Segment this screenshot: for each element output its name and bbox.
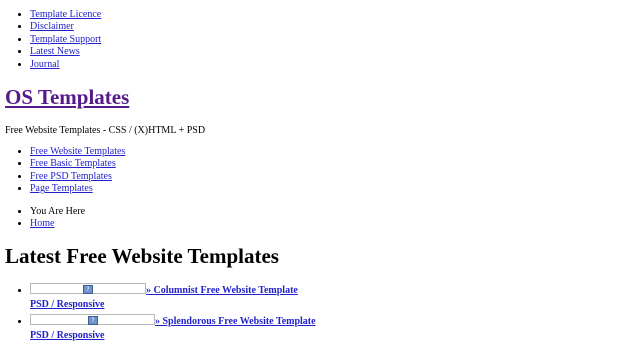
main-nav-item: Page Templates	[30, 183, 125, 195]
top-nav-item: Template Licence	[30, 9, 101, 21]
main-nav: Free Website Templates Free Basic Templa…	[0, 146, 125, 196]
top-nav-item: Journal	[30, 59, 101, 71]
latest-news-link[interactable]: Latest News	[30, 46, 80, 57]
template-support-link[interactable]: Template Support	[30, 34, 101, 45]
page-templates-link[interactable]: Page Templates	[30, 183, 93, 194]
disclaimer-link[interactable]: Disclaimer	[30, 21, 74, 32]
template-tags-link[interactable]: PSD / Responsive	[30, 298, 316, 312]
free-website-templates-link[interactable]: Free Website Templates	[30, 146, 125, 157]
top-nav: Template Licence Disclaimer Template Sup…	[0, 9, 101, 71]
template-thumbnail[interactable]: ?	[30, 283, 146, 294]
free-psd-templates-link[interactable]: Free PSD Templates	[30, 171, 112, 182]
template-thumbnail[interactable]: ?	[30, 314, 155, 325]
journal-link[interactable]: Journal	[30, 59, 59, 70]
site-title-link[interactable]: OS Templates	[5, 85, 129, 109]
list-item: ? » Splendorous Free Website Template PS…	[30, 314, 316, 343]
main-nav-item: Free Website Templates	[30, 146, 125, 158]
site-tagline: Free Website Templates - CSS / (X)HTML +…	[5, 125, 206, 136]
page-heading: Latest Free Website Templates	[5, 244, 279, 268]
list-item: ? » Columnist Free Website Template PSD …	[30, 283, 316, 312]
broken-image-icon: ?	[88, 316, 98, 325]
site-title: OS Templates	[5, 85, 129, 109]
main-nav-item: Free PSD Templates	[30, 171, 125, 183]
main-nav-item: Free Basic Templates	[30, 158, 125, 170]
top-nav-item: Latest News	[30, 46, 101, 58]
template-link-splendorous[interactable]: » Splendorous Free Website Template	[155, 316, 316, 327]
template-list: ? » Columnist Free Website Template PSD …	[0, 283, 316, 345]
template-tags-link[interactable]: PSD / Responsive	[30, 329, 316, 343]
broken-image-icon: ?	[83, 285, 93, 294]
breadcrumb-home-link[interactable]: Home	[30, 218, 54, 229]
breadcrumb: You Are Here Home	[0, 206, 85, 231]
template-link-columnist[interactable]: » Columnist Free Website Template	[146, 285, 298, 296]
free-basic-templates-link[interactable]: Free Basic Templates	[30, 158, 116, 169]
template-licence-link[interactable]: Template Licence	[30, 9, 101, 20]
top-nav-item: Template Support	[30, 34, 101, 46]
top-nav-item: Disclaimer	[30, 21, 101, 33]
breadcrumb-label: You Are Here	[30, 206, 85, 218]
breadcrumb-item: Home	[30, 218, 85, 230]
